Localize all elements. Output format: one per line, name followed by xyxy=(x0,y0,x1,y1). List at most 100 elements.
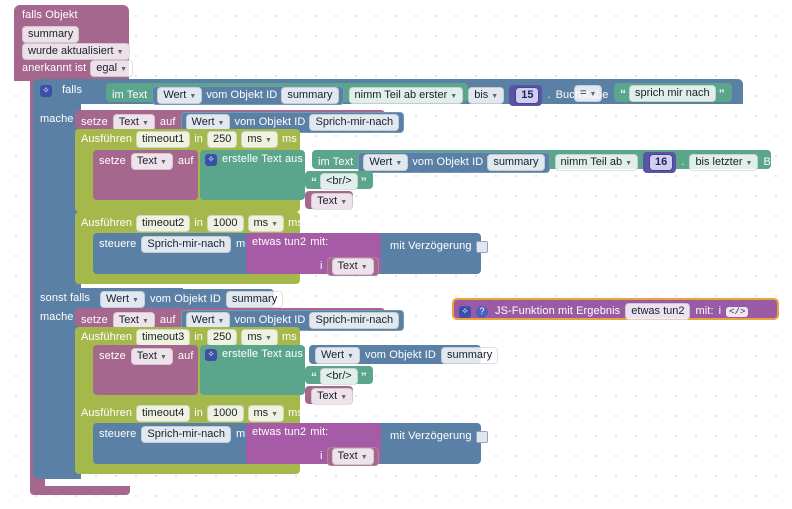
hat-trigger-dropdown[interactable]: wurde aktualisiert ▼ xyxy=(22,43,130,60)
hat-object-field[interactable]: summary xyxy=(22,26,80,43)
call-arg-dropdown[interactable]: Text ▼ xyxy=(331,258,374,275)
join2-variable-dropdown[interactable]: Text ▼ xyxy=(311,388,354,405)
set-to-label: auf xyxy=(177,350,194,362)
control-target[interactable]: Sprich-mir-nach xyxy=(141,426,232,443)
timeout4-in-label: in xyxy=(194,407,204,419)
substring-index[interactable]: 15 xyxy=(515,87,540,104)
chevron-down-icon: ▼ xyxy=(491,93,499,100)
timeout2-name[interactable]: timeout2 xyxy=(136,215,191,232)
quote-open-icon: “ xyxy=(311,174,317,189)
join-string-value[interactable]: <br/> xyxy=(320,173,358,190)
join-value-getter[interactable]: Wert ▼ vom Objekt ID summary xyxy=(358,152,550,173)
timeout4-call-header[interactable]: etwas tun2 mit: xyxy=(252,426,328,439)
hat-ack-row[interactable]: anerkannt ist egal ▼ xyxy=(22,60,134,77)
join-item-variable-row[interactable]: Text ▼ xyxy=(311,193,354,210)
join-item-substring-row[interactable]: im Text Wert ▼ vom Objekt ID summary nim… xyxy=(318,152,792,173)
join-substring-to-dropdown[interactable]: bis letzter ▼ xyxy=(689,154,759,171)
join-substring-from-dropdown[interactable]: nimm Teil ab ▼ xyxy=(554,154,639,171)
set-object-id[interactable]: Sprich-mir-nach xyxy=(309,114,400,131)
timeout1-header-row[interactable]: Ausführen timeout1 in 250 ms ▼ ms xyxy=(81,131,297,148)
timeout4-name[interactable]: timeout4 xyxy=(136,405,191,422)
timeout4-unit-dropdown[interactable]: ms ▼ xyxy=(247,405,285,422)
join2-value-dropdown[interactable]: Wert ▼ xyxy=(315,347,360,364)
timeout2-call-arg[interactable]: i Text ▼ xyxy=(320,257,379,276)
timeout3-delay[interactable]: 250 xyxy=(207,329,238,346)
timeout1-delay[interactable]: 250 xyxy=(207,131,238,148)
join-value-field[interactable]: Wert ▼ xyxy=(363,154,409,171)
gear-icon[interactable]: ✧ xyxy=(205,153,217,166)
else-if-value-dropdown[interactable]: Wert ▼ xyxy=(100,291,145,308)
join2-string-value[interactable]: <br/> xyxy=(320,368,358,385)
else-if-condition-row[interactable]: Wert ▼ vom Objekt ID summary xyxy=(100,291,284,308)
condition-value-getter[interactable]: Wert ▼ vom Objekt ID summary xyxy=(152,86,344,105)
js-function-row[interactable]: ✧ ? JS-Funktion mit Ergebnis etwas tun2 … xyxy=(459,303,749,320)
timeout4-call-arg[interactable]: i Text ▼ xyxy=(320,447,379,466)
join-item-string-row[interactable]: “ <br/> ” xyxy=(311,173,367,190)
timeout3-join-header[interactable]: ✧ erstelle Text aus xyxy=(205,348,303,361)
timeout2-header-row[interactable]: Ausführen timeout2 in 1000 ms ▼ ms xyxy=(81,215,303,232)
gear-icon[interactable]: ✧ xyxy=(205,348,217,361)
timeout3-header-row[interactable]: Ausführen timeout3 in 250 ms ▼ ms xyxy=(81,329,297,346)
timeout2-control-row[interactable]: steuere Sprich-mir-nach mit xyxy=(99,236,251,253)
hat-trigger-field[interactable]: wurde aktualisiert ▼ xyxy=(22,43,130,60)
join-substring-dot: . xyxy=(681,156,685,168)
join-substring-index-socket[interactable]: 16 xyxy=(643,152,677,173)
control-delay-checkbox[interactable] xyxy=(475,430,488,443)
if-block[interactable] xyxy=(33,79,81,479)
timeout3-unit-dropdown[interactable]: ms ▼ xyxy=(241,329,278,346)
substring-from-dropdown[interactable]: nimm Teil ab erster ▼ xyxy=(348,87,464,104)
code-icon[interactable]: </> xyxy=(726,306,749,317)
timeout1-name[interactable]: timeout1 xyxy=(136,131,191,148)
join-variable-dropdown[interactable]: Text ▼ xyxy=(311,193,354,210)
control-target[interactable]: Sprich-mir-nach xyxy=(141,236,232,253)
gear-icon[interactable]: ✧ xyxy=(459,305,471,318)
timeout4-header-row[interactable]: Ausführen timeout4 in 1000 ms ▼ ms xyxy=(81,405,303,422)
help-icon[interactable]: ? xyxy=(476,305,488,318)
if-header-row[interactable]: ✧ falls xyxy=(40,84,82,97)
timeout1-set-row[interactable]: setze Text ▼ auf xyxy=(99,153,194,170)
join2-object-id[interactable]: summary xyxy=(440,347,499,364)
js-function-name[interactable]: etwas tun2 xyxy=(625,303,691,320)
set-object-label: vom Objekt ID xyxy=(234,314,306,326)
timeout1-join-header[interactable]: ✧ erstelle Text aus xyxy=(205,153,303,166)
blockly-workspace[interactable]: falls Objekt summary wurde aktualisiert … xyxy=(0,0,792,509)
hat-object-id[interactable]: summary xyxy=(22,26,80,43)
condition-string-row[interactable]: “ sprich mir nach ” xyxy=(620,85,725,102)
timeout1-unit-dropdown[interactable]: ms ▼ xyxy=(241,131,278,148)
substring-to-dropdown[interactable]: bis ▼ xyxy=(468,87,505,104)
call-arg-dropdown[interactable]: Text ▼ xyxy=(331,448,374,465)
gear-icon[interactable]: ✧ xyxy=(40,84,52,97)
timeout3-set-row[interactable]: setze Text ▼ auf xyxy=(99,348,194,365)
timeout3-run-label: Ausführen xyxy=(81,331,133,343)
timeout2-call-header[interactable]: etwas tun2 mit: xyxy=(252,236,328,249)
join2-item-string-row[interactable]: “ <br/> ” xyxy=(311,368,367,385)
condition-object-id[interactable]: summary xyxy=(281,87,339,104)
substring-index-socket[interactable]: 15 xyxy=(509,85,543,106)
else-if-object-id[interactable]: summary xyxy=(225,291,284,308)
join-label: erstelle Text aus xyxy=(222,153,303,165)
timeout2-unit-dropdown[interactable]: ms ▼ xyxy=(247,215,285,232)
condition-value-field[interactable]: Wert ▼ xyxy=(157,87,203,104)
compare-operator-dropdown[interactable]: = ▼ xyxy=(574,85,603,102)
timeout3-name[interactable]: timeout3 xyxy=(136,329,191,346)
substring-dot: . xyxy=(547,89,551,101)
timeout4-delay-row[interactable]: mit Verzögerung xyxy=(390,430,488,443)
call-arg-variable[interactable]: Text ▼ xyxy=(326,447,379,466)
call-arg-variable[interactable]: Text ▼ xyxy=(326,257,379,276)
timeout4-delay[interactable]: 1000 xyxy=(207,405,244,422)
set-variable-dropdown[interactable]: Text ▼ xyxy=(130,348,173,365)
condition-compare-text[interactable]: sprich mir nach xyxy=(629,85,716,102)
set-object-id[interactable]: Sprich-mir-nach xyxy=(309,312,400,329)
hat-ack-dropdown[interactable]: egal ▼ xyxy=(90,60,134,77)
join2-item-value-row[interactable]: Wert ▼ vom Objekt ID summary xyxy=(315,347,499,364)
condition-compare-row[interactable]: = ▼ xyxy=(574,85,603,102)
timeout2-delay[interactable]: 1000 xyxy=(207,215,244,232)
join-object-id[interactable]: summary xyxy=(487,154,545,171)
control-delay-checkbox[interactable] xyxy=(475,240,488,253)
timeout4-control-row[interactable]: steuere Sprich-mir-nach mit xyxy=(99,426,251,443)
set-variable-dropdown[interactable]: Text ▼ xyxy=(130,153,173,170)
timeout2-delay-row[interactable]: mit Verzögerung xyxy=(390,240,488,253)
join-substring-index[interactable]: 16 xyxy=(649,154,674,171)
join2-item-variable-row[interactable]: Text ▼ xyxy=(311,388,354,405)
condition-substring-row[interactable]: im Text Wert ▼ vom Objekt ID summary nim… xyxy=(112,85,609,106)
